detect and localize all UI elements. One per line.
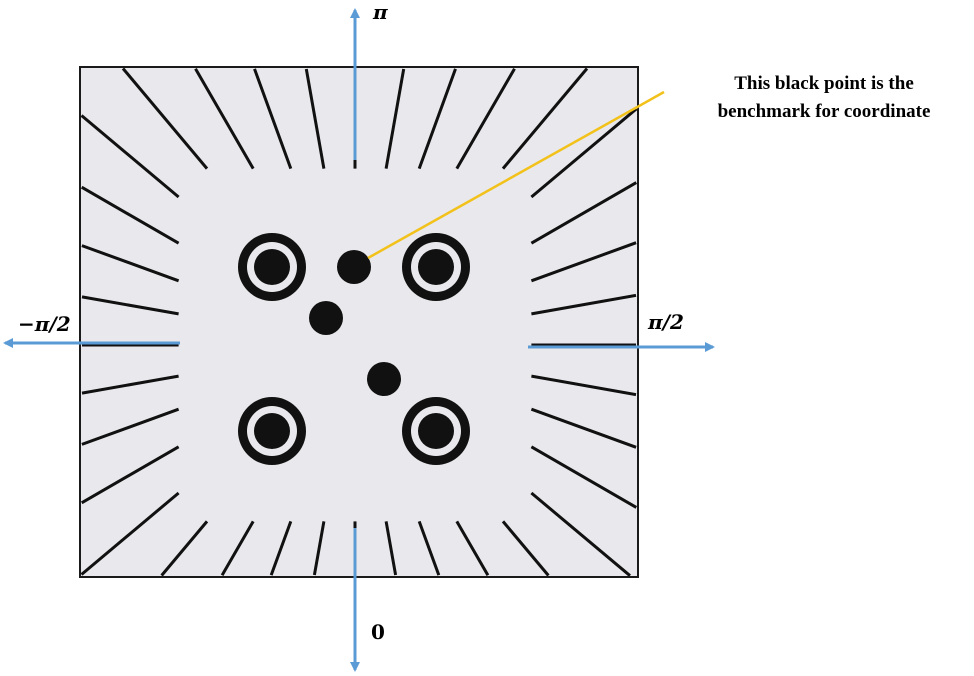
annotation-line-2: benchmark for coordinate <box>717 101 931 122</box>
label-right-half-pi: π/2 <box>648 310 684 334</box>
annotation-line-1: This black point is the <box>734 73 914 94</box>
ring-marker-bottom-left <box>238 397 306 465</box>
ring-marker-bottom-right <box>402 397 470 465</box>
label-bottom-zero: 0 <box>371 620 385 644</box>
ring-marker-top-right <box>402 233 470 301</box>
black-dot-middle-left <box>309 301 343 335</box>
label-top-pi: π <box>373 0 388 24</box>
benchmark-point <box>337 250 371 284</box>
label-left-neg-half-pi: −π/2 <box>18 312 71 336</box>
ring-marker-top-left <box>238 233 306 301</box>
benchmark-annotation: This black point is the benchmark for co… <box>690 70 958 126</box>
black-dot-middle-right <box>367 362 401 396</box>
target-board <box>79 66 639 578</box>
